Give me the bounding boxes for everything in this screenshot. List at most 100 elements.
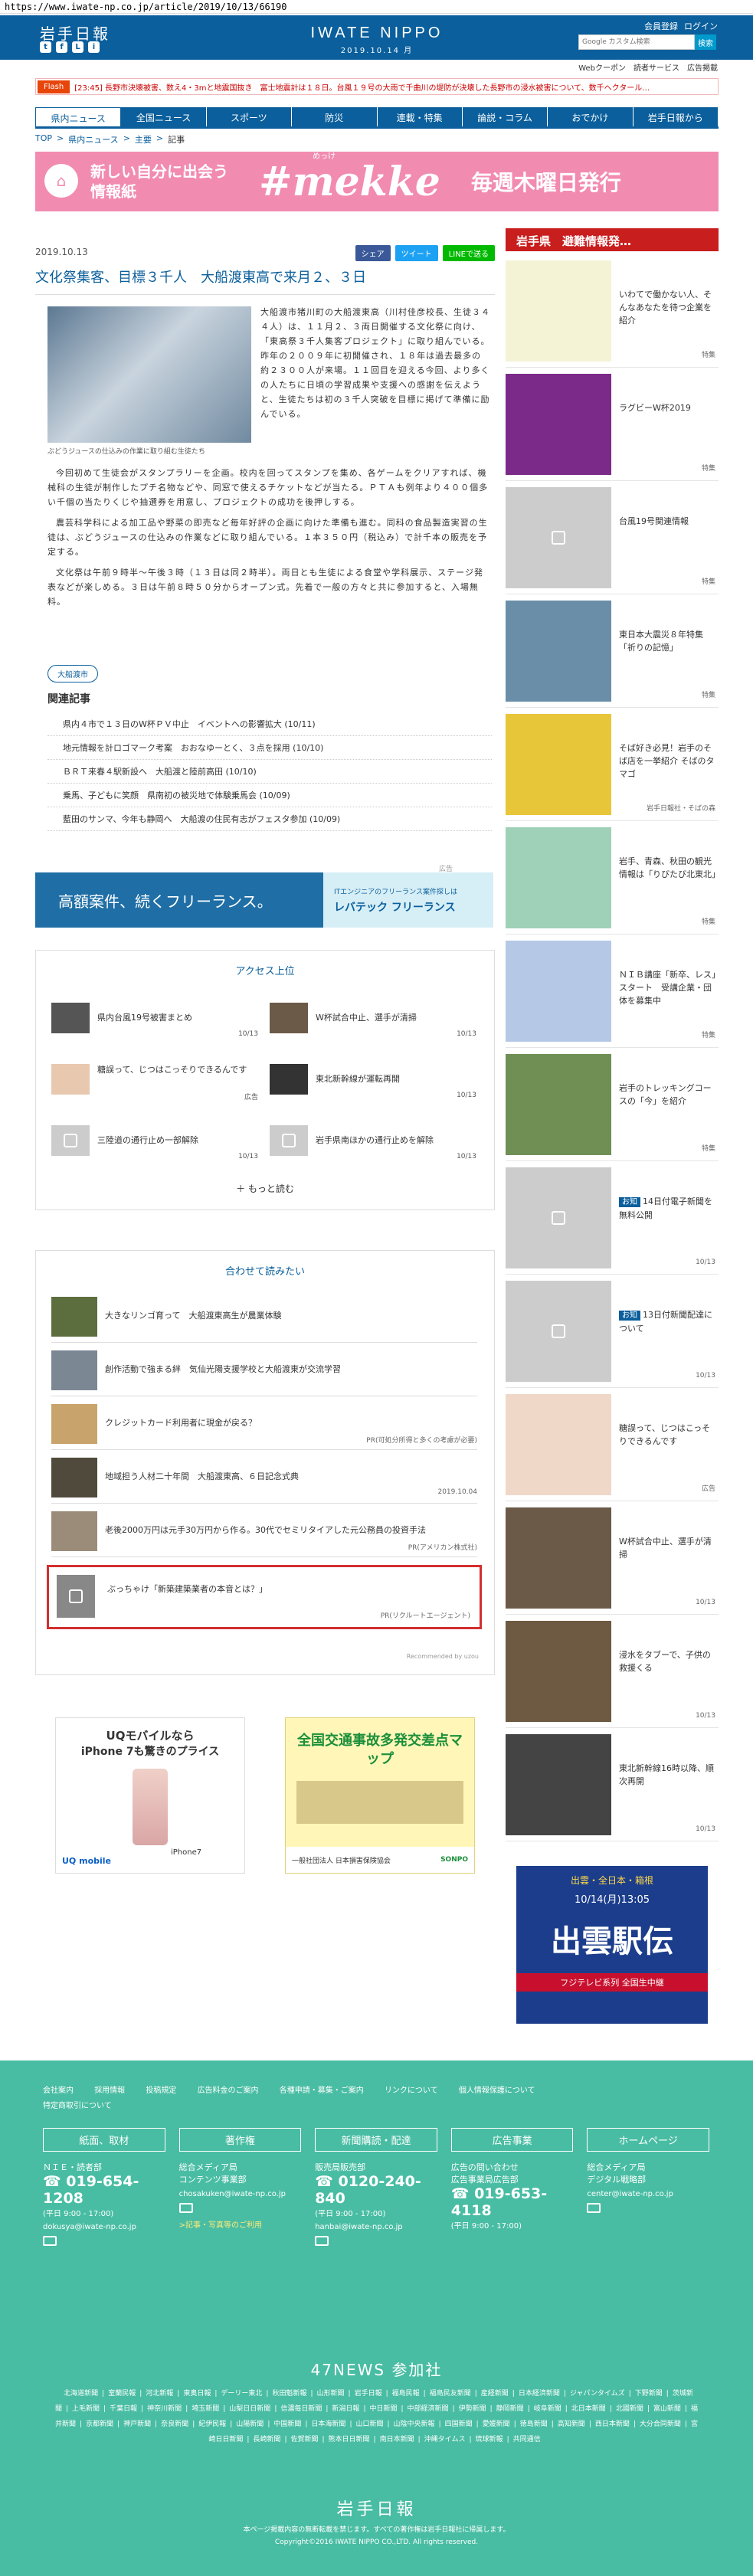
partner-paper-link[interactable]: 大分合同新聞 xyxy=(640,2421,681,2428)
together-item[interactable]: 大きなリンゴ育って 大船渡東高生が農業体験 xyxy=(51,1297,477,1343)
together-item[interactable]: 創作活動で強まる絆 気仙光陽支援学校と大船渡東が交流学習 xyxy=(51,1350,477,1396)
partner-paper-link[interactable]: 神奈川新聞 xyxy=(147,2405,182,2413)
facebook-icon[interactable]: f xyxy=(56,41,67,53)
partner-paper-link[interactable]: 日本経済新聞 xyxy=(519,2390,560,2398)
contact-mail[interactable]: dokusya@iwate-np.co.jp xyxy=(43,2223,165,2231)
crumb-top[interactable]: TOP xyxy=(35,133,52,146)
partner-paper-link[interactable]: 東奥日報 xyxy=(183,2390,211,2398)
line-share-button[interactable]: LINEで送る xyxy=(442,245,495,261)
partner-paper-link[interactable]: 山形新聞 xyxy=(317,2390,345,2398)
sidebar-item[interactable]: お知 14日付電子新聞を無料公開 10/13 xyxy=(506,1167,719,1275)
member-register-link[interactable]: 会員登録 xyxy=(644,20,678,32)
nav-columns[interactable]: 論説・コラム xyxy=(462,107,548,126)
nav-local-news[interactable]: 県内ニュース xyxy=(35,107,122,126)
together-item[interactable]: 老後2000万円は元手30万円から作る。30代でセミリタイアした元公務員の投資手… xyxy=(51,1511,477,1557)
partner-paper-link[interactable]: 中日新聞 xyxy=(369,2405,397,2413)
sidebar-item[interactable]: 東北新幹線16時以降、順次再開 10/13 xyxy=(506,1734,719,1841)
footer-link[interactable]: リンクについて xyxy=(385,2087,438,2095)
partner-paper-link[interactable]: 山口新聞 xyxy=(355,2421,383,2428)
mail-icon[interactable] xyxy=(587,2203,601,2213)
partner-paper-link[interactable]: 新潟日報 xyxy=(332,2405,359,2413)
partner-paper-link[interactable]: 埼玉新聞 xyxy=(192,2405,219,2413)
uq-mobile-ad[interactable]: UQモバイルなら iPhone 7も驚きのプライス iPhone7 UQ mob… xyxy=(55,1717,245,1874)
tweet-button[interactable]: ツイート xyxy=(395,245,438,261)
freelance-ad[interactable]: 高額案件、続くフリーランス。 ITエンジニアのフリーランス案件探しは レバテック… xyxy=(35,872,493,928)
partner-paper-link[interactable]: 河北新報 xyxy=(146,2390,173,2398)
ranking-item[interactable]: 岩手県南ほかの通行止めを解除 10/13 xyxy=(270,1125,476,1160)
subnav-ad[interactable]: 広告掲載 xyxy=(687,61,718,73)
partner-paper-link[interactable]: 福島民友新聞 xyxy=(430,2390,471,2398)
partner-paper-link[interactable]: 秋田魁新報 xyxy=(272,2390,306,2398)
partner-paper-link[interactable]: 富山新聞 xyxy=(653,2405,681,2413)
sidebar-item[interactable]: 東日本大震災８年特集「祈りの記憶」 特集 xyxy=(506,601,719,708)
browser-url[interactable]: https://www.iwate-np.co.jp/article/2019/… xyxy=(0,0,753,14)
search-button[interactable]: 検索 xyxy=(695,34,716,50)
instagram-icon[interactable]: i xyxy=(88,41,100,53)
nav-sports[interactable]: スポーツ xyxy=(206,107,293,126)
nav-national-news[interactable]: 全国ニュース xyxy=(121,107,207,126)
partner-paper-link[interactable]: デーリー東北 xyxy=(221,2390,262,2398)
together-item-highlighted[interactable]: ぶっちゃけ「新築建築業者の本音とは？」 PR(リクルートエージェント) xyxy=(47,1565,482,1629)
nav-disaster[interactable]: 防災 xyxy=(292,107,378,126)
related-item[interactable]: ＢＲＴ来春４駅新設へ 大船渡と陸前高田 (10/10) xyxy=(47,760,492,784)
partner-paper-link[interactable]: 中国新聞 xyxy=(273,2421,301,2428)
sidebar-item[interactable]: そば好き必見！岩手のそば店を一挙紹介 そばのタマゴ 岩手日報社・そばの森 xyxy=(506,714,719,821)
twitter-icon[interactable]: t xyxy=(40,41,51,53)
partner-paper-link[interactable]: 共同通信 xyxy=(513,2436,541,2443)
related-item[interactable]: 地元情報を計ロゴマーク考案 おおなゆーとく、３点を採用 (10/10) xyxy=(47,736,492,760)
mail-icon[interactable] xyxy=(178,2203,193,2213)
sidebar-item[interactable]: ＮＩＢ講座「新卒、レス」スタート 受講企業・団体を募集中 特集 xyxy=(506,941,719,1048)
sidebar-item[interactable]: いわてで働かない人、そんなあなたを待つ企業を紹介 特集 xyxy=(506,260,719,368)
together-item[interactable]: クレジットカード利用者に現金が戻る？ PR(可処分所得と多くの考慮が必要) xyxy=(51,1404,477,1450)
partner-paper-link[interactable]: 上毛新聞 xyxy=(72,2405,100,2413)
subnav-coupon[interactable]: Webクーポン xyxy=(578,61,626,73)
partner-paper-link[interactable]: 山梨日日新聞 xyxy=(229,2405,270,2413)
mekke-banner[interactable]: ⌂ 新しい自分に出会う 情報紙 めっけ #mekke 毎週木曜日発行 xyxy=(35,152,719,211)
partner-paper-link[interactable]: ジャパンタイムズ xyxy=(570,2390,625,2398)
partner-paper-link[interactable]: 山陰中央新報 xyxy=(394,2421,435,2428)
nav-features[interactable]: 連載・特集 xyxy=(377,107,463,126)
ranking-item[interactable]: 県内台風19号被害まとめ 10/13 xyxy=(51,1003,258,1038)
partner-paper-link[interactable]: 日本海新聞 xyxy=(311,2421,345,2428)
footer-link[interactable]: 投稿規定 xyxy=(146,2087,176,2095)
partner-paper-link[interactable]: 山陽新聞 xyxy=(236,2421,264,2428)
partner-paper-link[interactable]: 奈良新聞 xyxy=(161,2421,188,2428)
together-item[interactable]: 地域担う人材二十年間 大船渡東高、６日記念式典 2019.10.04 xyxy=(51,1458,477,1504)
partner-paper-link[interactable]: 北海道新聞 xyxy=(64,2390,98,2398)
partner-paper-link[interactable]: 長崎新聞 xyxy=(253,2436,280,2443)
ranking-item[interactable]: W杯試合中止、選手が清掃 10/13 xyxy=(270,1003,476,1038)
izumo-ekiden-ad[interactable]: 出雲・全日本・箱根 10/14(月)13:05 出雲駅伝 フジテレビ系列 全国生… xyxy=(516,1866,708,2024)
related-item[interactable]: 藍田のサンマ、今年も静岡へ 大船渡の住民有志がフェスタ参加 (10/09) xyxy=(47,807,492,831)
sidebar-item[interactable]: ラグビーW杯2019 特集 xyxy=(506,374,719,481)
crumb-main[interactable]: 主要 xyxy=(135,133,152,146)
footer-link[interactable]: 各種申請・募集・ご案内 xyxy=(280,2087,364,2095)
partner-paper-link[interactable]: 琉球新報 xyxy=(476,2436,503,2443)
footer-link[interactable]: 採用情報 xyxy=(94,2087,125,2095)
sidebar-item[interactable]: 岩手のトレッキングコースの「今」を紹介 特集 xyxy=(506,1054,719,1161)
related-item[interactable]: 県内４市で１３日のW杯ＰＶ中止 イベントへの影響拡大 (10/11) xyxy=(47,712,492,736)
partner-paper-link[interactable]: 岐阜新聞 xyxy=(534,2405,561,2413)
partner-paper-link[interactable]: 愛媛新聞 xyxy=(483,2421,510,2428)
partner-paper-link[interactable]: 南日本新聞 xyxy=(380,2436,414,2443)
nav-from-iwate[interactable]: 岩手日報から xyxy=(633,107,719,126)
partner-paper-link[interactable]: 下野新聞 xyxy=(635,2390,663,2398)
ranking-item[interactable]: 東北新幹線が運転再開 10/13 xyxy=(270,1064,476,1099)
partner-paper-link[interactable]: 西日本新聞 xyxy=(595,2421,630,2428)
partner-paper-link[interactable]: 四国新聞 xyxy=(445,2421,473,2428)
partner-paper-link[interactable]: 静岡新聞 xyxy=(496,2405,524,2413)
partner-paper-link[interactable]: 熊本日日新聞 xyxy=(329,2436,370,2443)
search-input[interactable] xyxy=(578,34,695,50)
subnav-reader[interactable]: 読者サービス xyxy=(634,61,679,73)
partner-paper-link[interactable]: 中部経済新聞 xyxy=(408,2405,449,2413)
crumb-local[interactable]: 県内ニュース xyxy=(68,133,118,146)
mail-icon[interactable] xyxy=(315,2236,329,2246)
footer-logo[interactable]: 岩手日報 xyxy=(0,2496,753,2520)
mail-icon[interactable] xyxy=(43,2236,57,2246)
more-button[interactable]: ＋ もっと読む xyxy=(36,1182,494,1195)
contact-link[interactable]: >記事・写真等のご利用 xyxy=(179,2218,302,2230)
partner-paper-link[interactable]: 千葉日報 xyxy=(110,2405,137,2413)
site-logo[interactable]: 岩手日報 xyxy=(40,21,110,44)
contact-mail[interactable]: center@iwate-np.co.jp xyxy=(587,2190,709,2198)
article-tag[interactable]: 大船渡市 xyxy=(47,665,98,682)
partner-paper-link[interactable]: 伊勢新聞 xyxy=(459,2405,486,2413)
